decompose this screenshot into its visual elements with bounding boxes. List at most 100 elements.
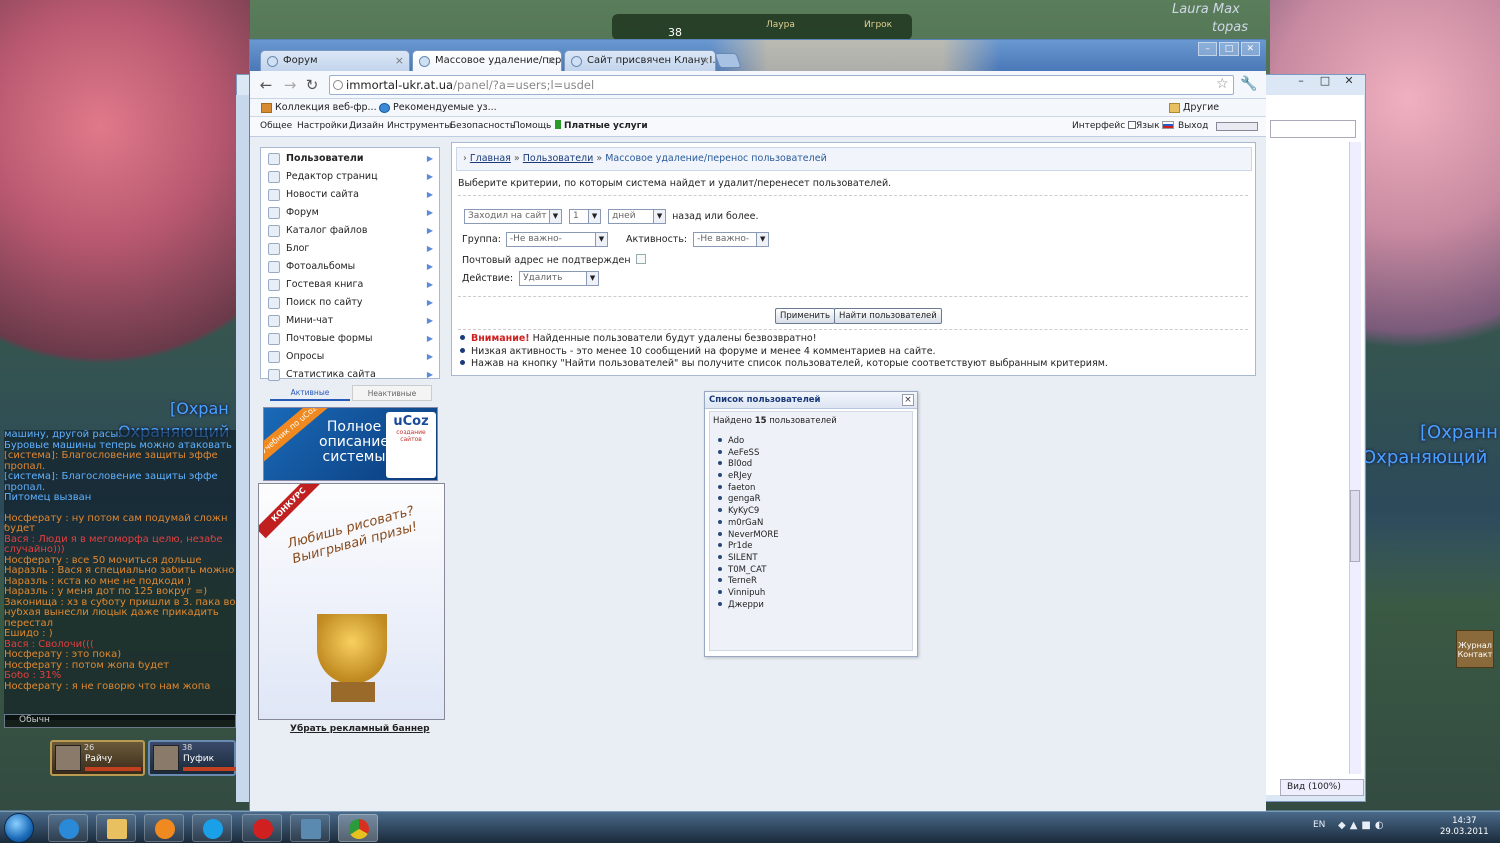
sidebar-item-label: Каталог файлов bbox=[286, 225, 368, 236]
action-select[interactable]: Удалить ▼ bbox=[519, 271, 600, 286]
count-select[interactable]: 1 ▼ bbox=[569, 209, 602, 224]
game-journal-button[interactable]: Журнал Контакт bbox=[1456, 630, 1494, 668]
explorer-taskbar-icon[interactable] bbox=[96, 814, 136, 842]
sidebar-item[interactable]: Каталог файлов ▶ bbox=[261, 222, 439, 240]
sidebar-item[interactable]: Новости сайта ▶ bbox=[261, 186, 439, 204]
menu-tools[interactable]: Инструменты bbox=[387, 117, 451, 136]
ie-icon bbox=[379, 103, 390, 113]
bg-zoom-status[interactable]: Вид (100%) bbox=[1280, 779, 1364, 796]
menu-general[interactable]: Общее bbox=[260, 117, 292, 136]
tab-strip: Форум × Массовое удаление/пер... × Сайт … bbox=[250, 40, 1266, 71]
bg-search-input[interactable] bbox=[1270, 120, 1356, 138]
bookmark-star-icon[interactable]: ☆ bbox=[1216, 76, 1229, 92]
game-taskbar-icon[interactable] bbox=[290, 814, 330, 842]
crumb-home[interactable]: Главная bbox=[470, 153, 511, 164]
menu-paid-services[interactable]: Платные услуги bbox=[555, 117, 648, 136]
crumb-users[interactable]: Пользователи bbox=[523, 153, 594, 164]
bookmark-label: Коллекция веб-фр... bbox=[275, 102, 377, 113]
sidebar-item[interactable]: Редактор страниц ▶ bbox=[261, 168, 439, 186]
email-unconfirmed-checkbox[interactable] bbox=[635, 254, 646, 264]
bg-scrollbar[interactable] bbox=[1349, 142, 1361, 774]
maximize-button[interactable]: □ bbox=[1219, 42, 1239, 56]
bookmark-suggested-sites[interactable]: Рекомендуемые уз... bbox=[378, 99, 497, 117]
tab-close-icon[interactable]: × bbox=[395, 51, 404, 71]
bg-scroll-thumb[interactable] bbox=[1350, 490, 1360, 562]
desktop-tree-left bbox=[0, 0, 250, 420]
tab-close-icon[interactable]: × bbox=[547, 51, 556, 71]
chat-line: Носферату : потом жопа будет bbox=[4, 660, 170, 671]
criteria-select[interactable]: Заходил на сайт ▼ bbox=[464, 209, 562, 224]
tab-label: Форум bbox=[283, 55, 318, 66]
tab-clan-site[interactable]: Сайт присвячен Клану I... × bbox=[564, 50, 716, 71]
tab-close-icon[interactable]: × bbox=[701, 51, 710, 71]
sidebar-item[interactable]: Мини-чат ▶ bbox=[261, 312, 439, 330]
start-button[interactable] bbox=[4, 813, 34, 843]
menu-help[interactable]: Помощь bbox=[513, 117, 551, 136]
back-icon[interactable]: ← bbox=[256, 75, 276, 95]
module-sidebar: Пользователи ▶ Редактор страниц ▶ Новости са… bbox=[260, 147, 440, 381]
close-button[interactable]: ✕ bbox=[1240, 42, 1260, 56]
crumb-separator: » bbox=[596, 153, 603, 164]
ucoz-manual-banner[interactable]: Учебник по uCoz Полное описание системы … bbox=[263, 407, 438, 481]
unit-select[interactable]: дней ▼ bbox=[608, 209, 667, 224]
menu-design[interactable]: Дизайн bbox=[349, 117, 384, 136]
address-bar[interactable]: immortal-ukr.at.ua/panel/?a=users;l=usde… bbox=[329, 75, 1234, 95]
wrench-icon[interactable]: 🔧 bbox=[1240, 76, 1257, 92]
skype-taskbar-icon[interactable] bbox=[192, 814, 232, 842]
reload-icon[interactable]: ↻ bbox=[302, 75, 322, 95]
menu-interface[interactable]: Интерфейс bbox=[1072, 117, 1137, 136]
remove-banner-link[interactable]: Убрать рекламный баннер bbox=[290, 724, 430, 734]
chrome-taskbar-icon[interactable] bbox=[338, 814, 378, 842]
party-member-1[interactable]: 26 Райчу bbox=[50, 740, 145, 776]
bg-maximize-button[interactable]: □ bbox=[1314, 74, 1336, 88]
close-icon[interactable]: × bbox=[902, 394, 914, 406]
activity-select[interactable]: -Не важно- ▼ bbox=[693, 232, 770, 247]
tab-label: Сайт присвячен Клану I... bbox=[587, 55, 716, 66]
menu-language[interactable]: Язык bbox=[1136, 117, 1174, 136]
sidebar-item[interactable]: Блог ▶ bbox=[261, 240, 439, 258]
keyboard-language[interactable]: EN bbox=[1313, 820, 1325, 830]
chevron-right-icon: ▶ bbox=[426, 280, 433, 289]
chevron-down-icon: ▼ bbox=[588, 210, 601, 223]
chat-line: машину, другой расы. bbox=[4, 430, 122, 440]
media-player-taskbar-icon[interactable] bbox=[144, 814, 184, 842]
menu-settings[interactable]: Настройки bbox=[297, 117, 348, 136]
intro-text: Выберите критерии, по которым система на… bbox=[458, 178, 892, 189]
ie-taskbar-icon[interactable] bbox=[48, 814, 88, 842]
module-icon bbox=[268, 171, 280, 183]
note-item: Внимание! Найденные пользователи будут у… bbox=[460, 333, 1108, 346]
sidebar-item[interactable]: Почтовые формы ▶ bbox=[261, 330, 439, 348]
sidebar-item[interactable]: Пользователи ▶ bbox=[261, 150, 439, 168]
tab-forum[interactable]: Форум × bbox=[260, 50, 410, 71]
chevron-down-icon: ▼ bbox=[653, 210, 666, 223]
sidebar-item[interactable]: Статистика сайта ▶ bbox=[261, 366, 439, 384]
forward-icon[interactable]: → bbox=[280, 75, 300, 95]
tab-active-modules[interactable]: Активные bbox=[270, 385, 350, 401]
clock[interactable]: 14:37 29.03.2011 bbox=[1440, 816, 1489, 838]
find-users-button[interactable]: Найти пользователей bbox=[834, 308, 942, 324]
sidebar-item[interactable]: Поиск по сайту ▶ bbox=[261, 294, 439, 312]
menu-logout[interactable]: Выход bbox=[1178, 117, 1208, 136]
tray-icons[interactable]: ◆▲■◐ bbox=[1338, 820, 1388, 831]
bg-minimize-button[interactable]: – bbox=[1290, 74, 1312, 88]
bg-close-button[interactable]: ✕ bbox=[1338, 74, 1360, 88]
sidebar-item[interactable]: Опросы ▶ bbox=[261, 348, 439, 366]
party-member-2[interactable]: 38 Пуфик bbox=[148, 740, 239, 776]
game-chat-input[interactable]: Обычн bbox=[4, 714, 236, 728]
module-icon bbox=[268, 315, 280, 327]
bookmark-web-fragments[interactable]: Коллекция веб-фр... bbox=[260, 99, 377, 117]
chat-line: [система]: Благословение защиты эффе bbox=[4, 451, 218, 461]
width-slider[interactable] bbox=[1216, 122, 1258, 131]
apply-button[interactable]: Применить bbox=[775, 308, 835, 324]
note-text: Низкая активность - это менее 10 сообщен… bbox=[471, 345, 936, 357]
contest-banner[interactable]: КОНКУРС Любишь рисовать? Выигрывай призы… bbox=[258, 483, 445, 720]
minimize-button[interactable]: – bbox=[1198, 42, 1218, 56]
group-select[interactable]: -Не важно- ▼ bbox=[505, 232, 608, 247]
tab-inactive-modules[interactable]: Неактивные bbox=[352, 385, 432, 401]
sidebar-item[interactable]: Фотоальбомы ▶ bbox=[261, 258, 439, 276]
tab-mass-delete[interactable]: Массовое удаление/пер... × bbox=[412, 50, 562, 71]
sidebar-item[interactable]: Гостевая книга ▶ bbox=[261, 276, 439, 294]
menu-security[interactable]: Безопасность bbox=[450, 117, 515, 136]
opera-taskbar-icon[interactable] bbox=[242, 814, 282, 842]
sidebar-item[interactable]: Форум ▶ bbox=[261, 204, 439, 222]
